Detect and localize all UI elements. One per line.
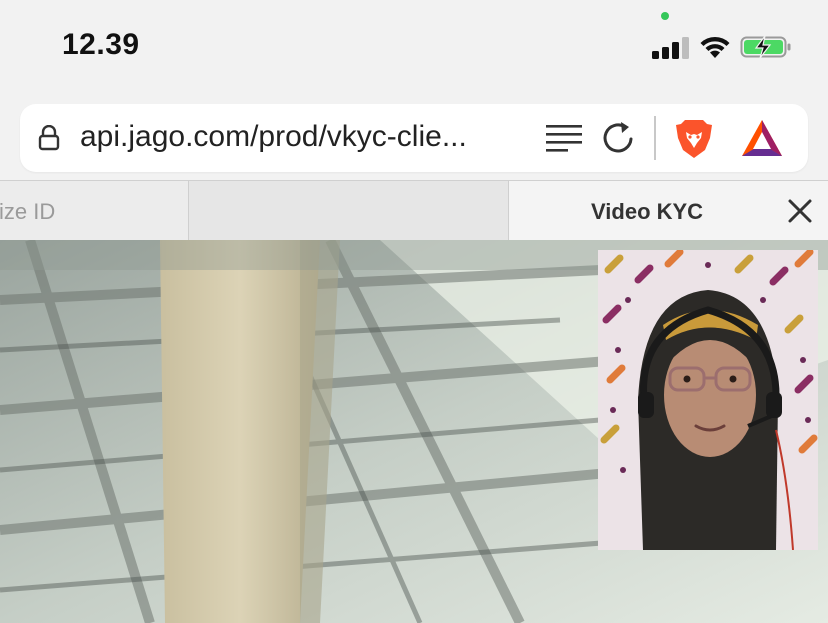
reader-mode-icon[interactable] [545, 122, 583, 154]
lock-icon [38, 125, 60, 151]
agent-portrait [598, 250, 818, 550]
toolbar-divider [654, 116, 656, 160]
tab-blank[interactable] [189, 181, 509, 241]
brave-shields-icon[interactable] [674, 118, 714, 160]
tab-label: Video KYC [591, 199, 704, 224]
tab-digitize-id[interactable]: itize ID [0, 181, 189, 241]
brave-rewards-icon[interactable] [740, 118, 784, 158]
tab-video-kyc[interactable]: Video KYC [509, 181, 828, 241]
camera-indicator-dot [661, 12, 669, 20]
tab-bar: itize ID Video KYC [0, 180, 828, 241]
tab-label: itize ID [0, 199, 56, 224]
wifi-icon [700, 36, 730, 58]
status-bar: 12.39 [0, 0, 828, 95]
address-bar[interactable]: api.jago.com/prod/vkyc-clie... [20, 104, 808, 172]
close-icon[interactable] [787, 198, 813, 224]
battery-charging-icon [740, 35, 791, 59]
reload-icon[interactable] [600, 120, 638, 156]
status-time: 12.39 [62, 28, 140, 61]
agent-video-thumbnail [598, 250, 818, 550]
video-call-area [0, 240, 828, 623]
url-text[interactable]: api.jago.com/prod/vkyc-clie... [80, 120, 467, 154]
cellular-signal-icon [652, 37, 690, 59]
